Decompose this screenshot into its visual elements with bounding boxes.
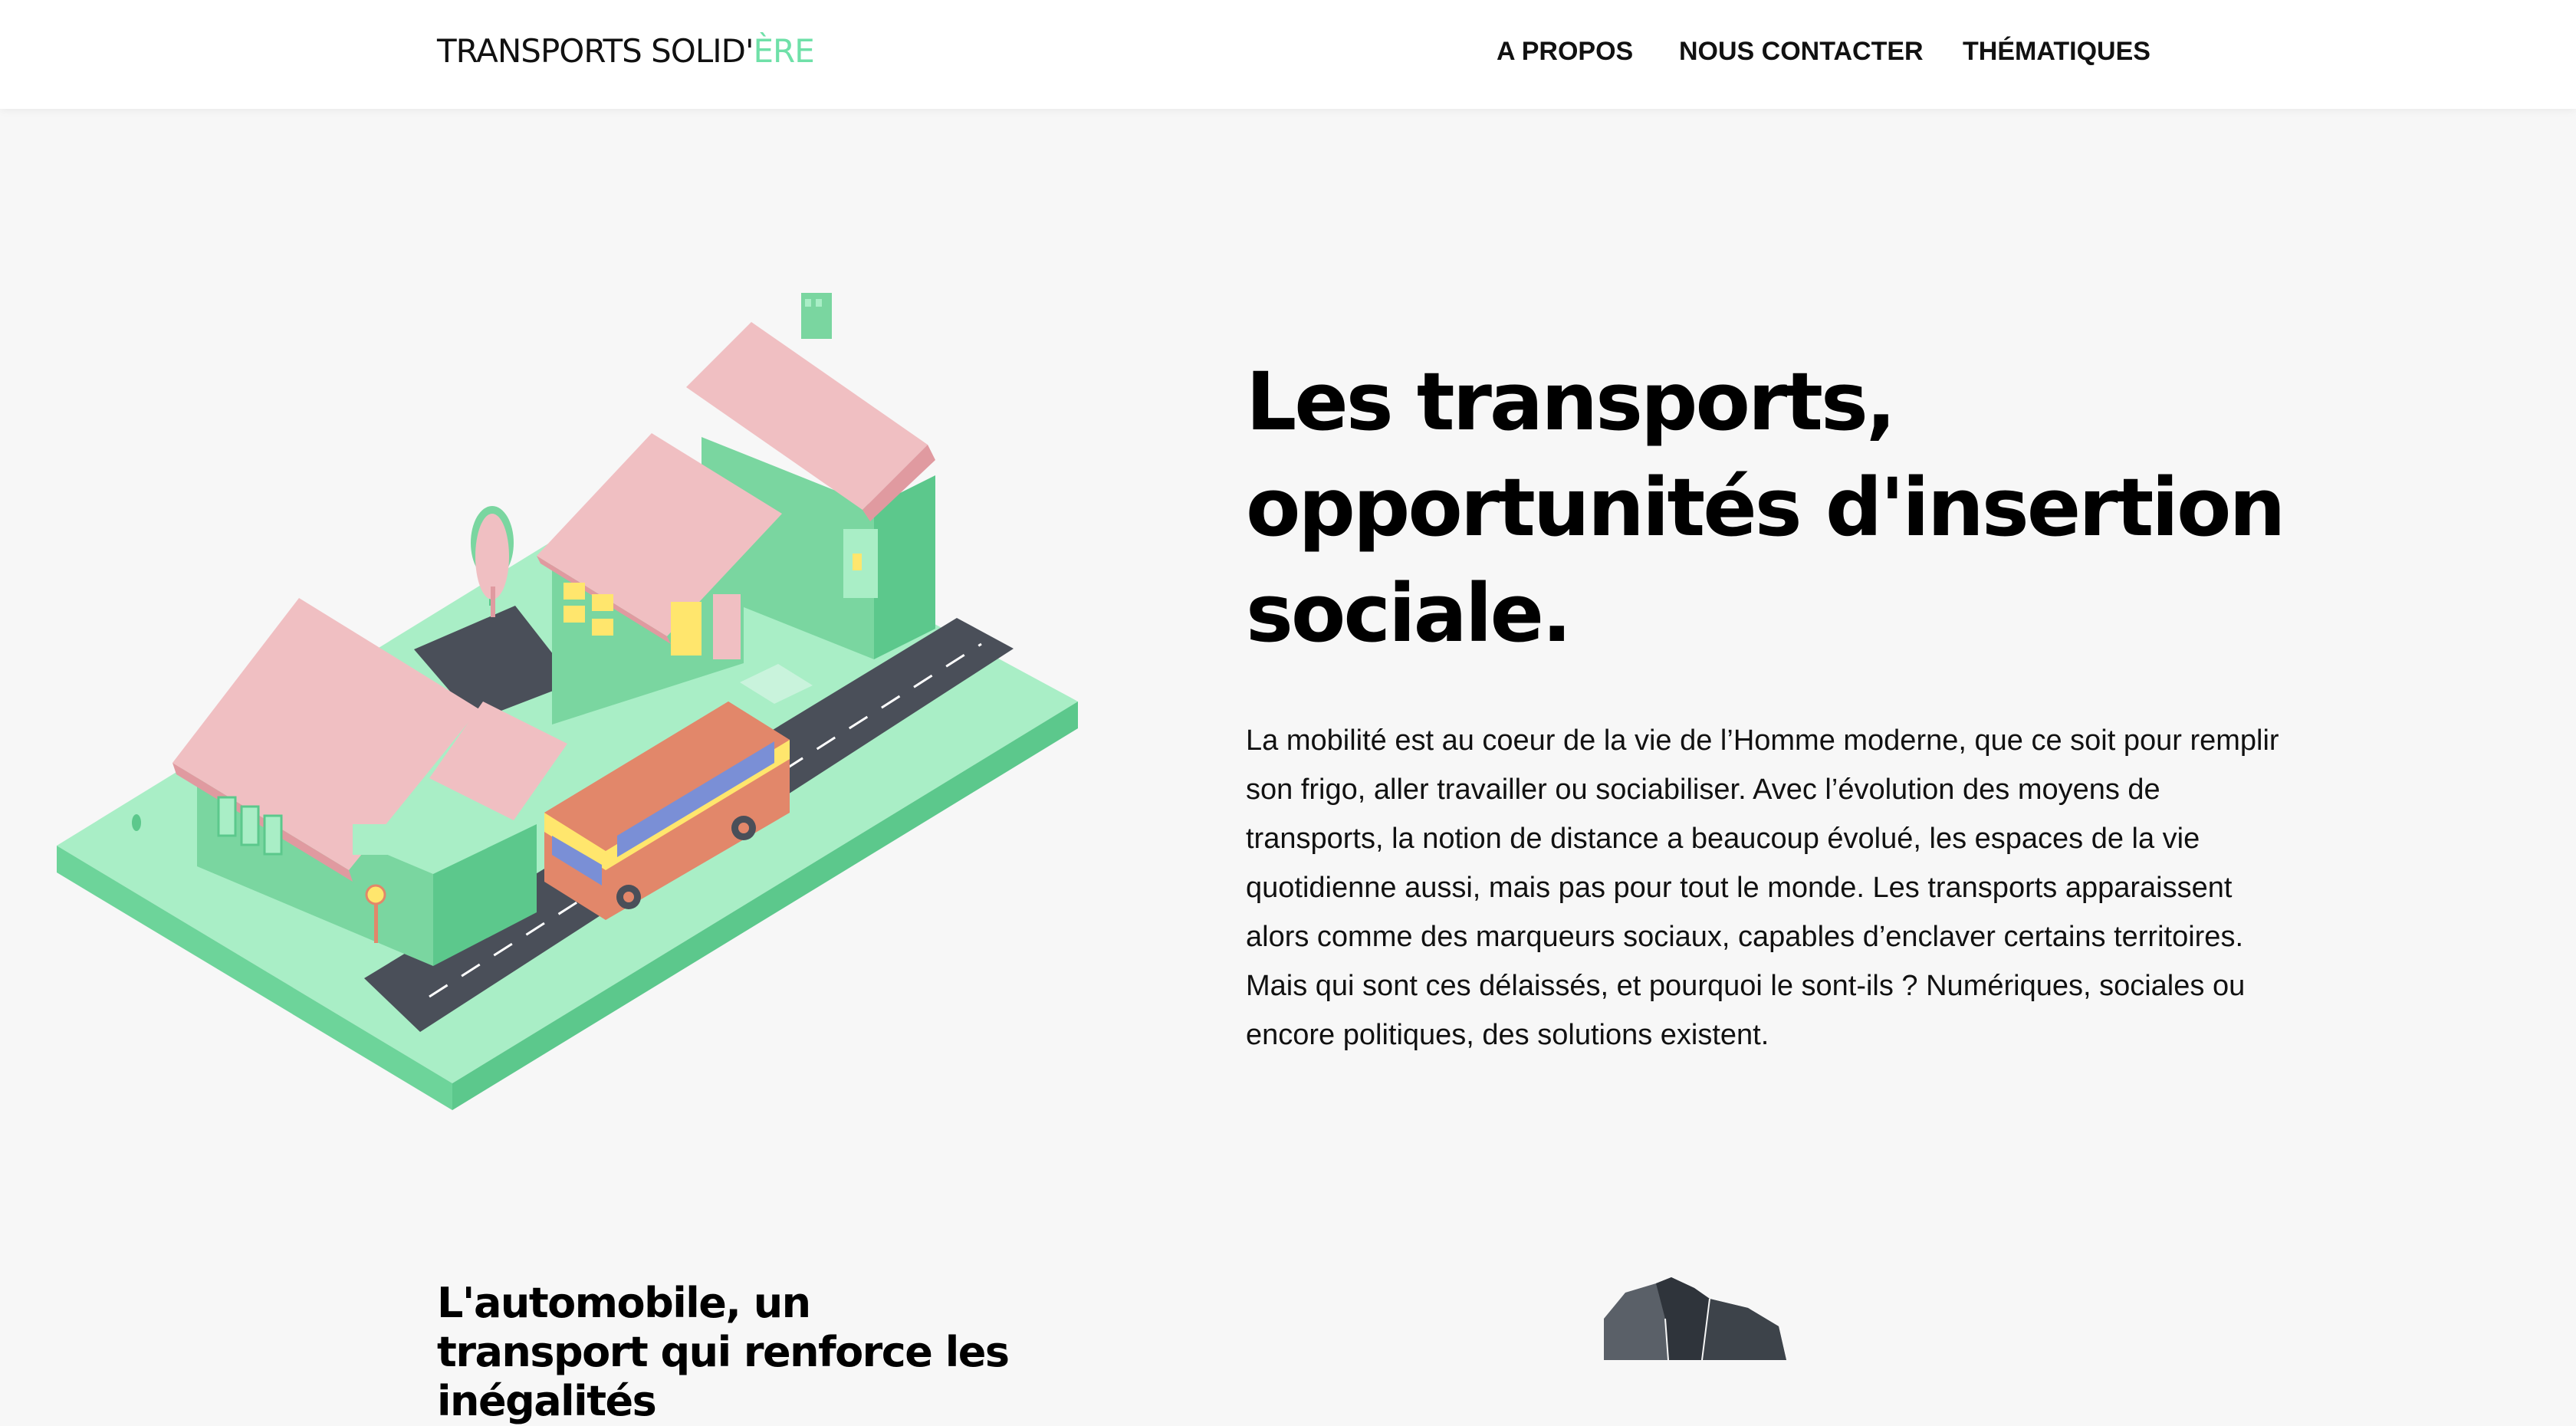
top-navbar: TRANSPORTS SOLID'ÈRE A PROPOS NOUS CONTA…	[0, 0, 2576, 109]
nav-link-thematiques[interactable]: THÉMATIQUES	[1963, 37, 2150, 67]
hero-intro-text: La mobilité est au coeur de la vie de l’…	[1246, 724, 2279, 1051]
isometric-town-bus-illustration	[46, 284, 1089, 1112]
region-map-illustration	[1595, 1273, 1794, 1361]
main-nav: A PROPOS NOUS CONTACTER THÉMATIQUES	[0, 37, 2576, 75]
hero-title: Les transports, opportunités d'insertion…	[1246, 355, 2285, 660]
nav-link-a-propos[interactable]: A PROPOS	[1497, 37, 1633, 67]
nav-link-contact[interactable]: NOUS CONTACTER	[1679, 37, 1924, 67]
section-title-automobile: L'automobile, un transport qui renforce …	[437, 1279, 1010, 1425]
